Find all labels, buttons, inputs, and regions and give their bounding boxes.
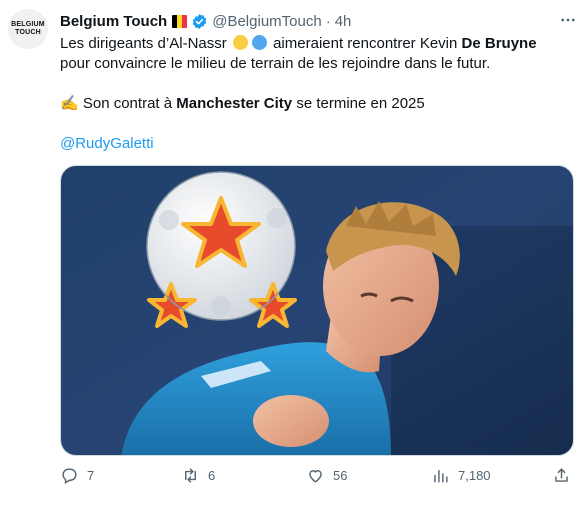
author-handle[interactable]: @BelgiumTouch bbox=[212, 13, 321, 30]
text-segment: aimeraient rencontrer Kevin bbox=[273, 35, 458, 52]
retweet-button[interactable]: 6 bbox=[181, 466, 215, 485]
tweet-photo[interactable] bbox=[60, 165, 574, 456]
mention-link[interactable]: @RudyGaletti bbox=[60, 135, 154, 152]
like-button[interactable]: 56 bbox=[306, 466, 347, 485]
share-icon bbox=[555, 468, 568, 482]
tweet-actions: 7 6 56 7,180 bbox=[60, 466, 580, 488]
writing-hand-emoji-icon: ✍️ bbox=[60, 95, 79, 112]
verified-badge-icon bbox=[193, 13, 207, 29]
like-count: 56 bbox=[333, 468, 348, 483]
tweet-line-4: @RudyGaletti bbox=[60, 134, 580, 154]
more-options-icon[interactable] bbox=[558, 10, 578, 30]
heart-icon bbox=[309, 470, 322, 483]
blue-circle-emoji-icon bbox=[251, 35, 267, 50]
reply-icon bbox=[62, 468, 77, 484]
tweet-line-3: ✍️ Son contrat à Manchester City se term… bbox=[60, 94, 580, 114]
separator-dot: · bbox=[325, 12, 331, 30]
text-bold-segment: Manchester City bbox=[176, 95, 293, 112]
retweet-count: 6 bbox=[208, 468, 216, 483]
views-button[interactable]: 7,180 bbox=[431, 466, 491, 485]
text-segment: Les dirigeants d’Al-Nassr bbox=[60, 35, 227, 52]
author-name[interactable]: Belgium Touch bbox=[60, 13, 167, 30]
retweet-icon bbox=[185, 468, 196, 483]
views-count: 7,180 bbox=[458, 468, 491, 483]
text-bold-segment: De Bruyne bbox=[461, 35, 537, 52]
text-segment: Son contrat à bbox=[82, 95, 173, 112]
views-chart-icon bbox=[434, 470, 448, 483]
yellow-circle-emoji-icon bbox=[232, 35, 248, 50]
tweet-timestamp[interactable]: 4h bbox=[335, 13, 352, 30]
tweet-text: Les dirigeants d’Al-Nassr aimeraient ren… bbox=[60, 34, 580, 154]
reply-count: 7 bbox=[87, 468, 95, 483]
text-segment: se termine en 2025 bbox=[296, 95, 425, 112]
tweet-header: Belgium Touch @BelgiumTouch · 4h bbox=[60, 11, 351, 31]
avatar[interactable]: BELGIUM TOUCH bbox=[8, 9, 48, 49]
avatar-text-top: BELGIUM bbox=[11, 21, 45, 28]
tweet-line-2: pour convaincre le milieu de terrain de … bbox=[60, 55, 491, 72]
reply-button[interactable]: 7 bbox=[60, 466, 94, 485]
share-button[interactable] bbox=[552, 466, 579, 485]
photo-illustration bbox=[61, 166, 573, 455]
avatar-text-bottom: TOUCH bbox=[15, 29, 41, 36]
belgium-flag-icon bbox=[172, 14, 188, 28]
tweet-line-1: Les dirigeants d’Al-Nassr aimeraient ren… bbox=[60, 34, 580, 54]
